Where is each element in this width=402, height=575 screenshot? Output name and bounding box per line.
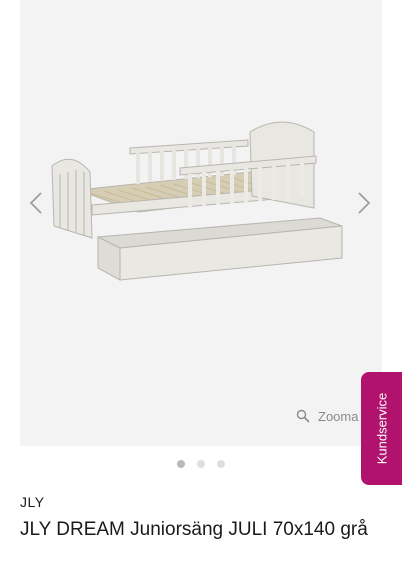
pagination-dot-2[interactable]	[197, 460, 205, 468]
magnifier-icon	[296, 409, 310, 423]
previous-image-button[interactable]	[24, 188, 48, 218]
zoom-button[interactable]: Zooma	[296, 404, 358, 428]
customer-service-label: Kundservice	[374, 392, 390, 465]
product-image[interactable]	[20, 0, 382, 446]
next-image-button[interactable]	[352, 188, 376, 218]
image-pagination	[0, 460, 402, 468]
bed-illustration	[51, 121, 343, 281]
product-image-gallery[interactable]: Zooma	[20, 0, 382, 446]
zoom-label: Zooma	[318, 408, 359, 424]
chevron-left-icon	[29, 192, 42, 214]
product-brand[interactable]: JLY	[20, 494, 45, 510]
pagination-dot-3[interactable]	[217, 460, 225, 468]
chevron-right-icon	[358, 192, 371, 214]
customer-service-tab[interactable]: Kundservice	[361, 372, 402, 485]
product-title: JLY DREAM Juniorsäng JULI 70x140 grå	[20, 519, 368, 540]
pagination-dot-1[interactable]	[177, 460, 185, 468]
